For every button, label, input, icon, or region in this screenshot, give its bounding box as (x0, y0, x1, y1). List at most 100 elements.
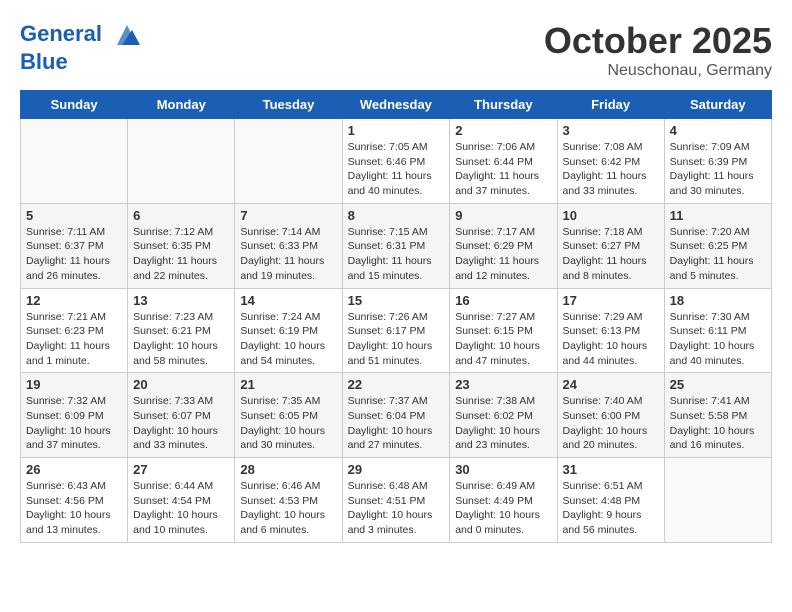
calendar-week-row: 26 Sunrise: 6:43 AM Sunset: 4:56 PM Dayli… (21, 458, 772, 543)
day-number: 11 (670, 208, 766, 223)
calendar-cell: 16 Sunrise: 7:27 AM Sunset: 6:15 PM Dayli… (450, 288, 557, 373)
calendar-cell: 22 Sunrise: 7:37 AM Sunset: 6:04 PM Dayli… (342, 373, 450, 458)
day-number: 13 (133, 293, 229, 308)
day-number: 1 (348, 123, 445, 138)
day-number: 6 (133, 208, 229, 223)
day-info: Sunrise: 7:05 AM Sunset: 6:46 PM Dayligh… (348, 140, 445, 199)
calendar-cell: 15 Sunrise: 7:26 AM Sunset: 6:17 PM Dayli… (342, 288, 450, 373)
month-title: October 2025 (544, 20, 772, 62)
day-number: 2 (455, 123, 551, 138)
day-info: Sunrise: 7:08 AM Sunset: 6:42 PM Dayligh… (563, 140, 659, 199)
calendar-week-row: 5Sunrise: 7:11 AM Sunset: 6:37 PM Daylig… (21, 203, 772, 288)
calendar-cell: 18 Sunrise: 7:30 AM Sunset: 6:11 PM Dayli… (664, 288, 771, 373)
calendar-cell: 30Sunrise: 6:49 AM Sunset: 4:49 PM Dayli… (450, 458, 557, 543)
calendar-cell (235, 119, 342, 204)
weekday-header: Tuesday (235, 91, 342, 119)
day-number: 24 (563, 377, 659, 392)
day-info: Sunrise: 7:29 AM Sunset: 6:13 PM Dayligh… (563, 310, 659, 369)
calendar-cell: 17 Sunrise: 7:29 AM Sunset: 6:13 PM Dayli… (557, 288, 664, 373)
day-info: Sunrise: 6:43 AM Sunset: 4:56 PM Dayligh… (26, 479, 122, 538)
calendar-cell: 26 Sunrise: 6:43 AM Sunset: 4:56 PM Dayli… (21, 458, 128, 543)
day-info: Sunrise: 6:44 AM Sunset: 4:54 PM Dayligh… (133, 479, 229, 538)
day-info: Sunrise: 7:24 AM Sunset: 6:19 PM Dayligh… (240, 310, 336, 369)
page-header: General Blue October 2025 Neuschonau, Ge… (20, 20, 772, 80)
calendar-cell: 1 Sunrise: 7:05 AM Sunset: 6:46 PM Daylig… (342, 119, 450, 204)
calendar-cell: 28 Sunrise: 6:46 AM Sunset: 4:53 PM Dayli… (235, 458, 342, 543)
calendar-cell: 20Sunrise: 7:33 AM Sunset: 6:07 PM Dayli… (128, 373, 235, 458)
calendar-cell: 14 Sunrise: 7:24 AM Sunset: 6:19 PM Dayli… (235, 288, 342, 373)
day-number: 16 (455, 293, 551, 308)
weekday-header: Friday (557, 91, 664, 119)
day-info: Sunrise: 7:09 AM Sunset: 6:39 PM Dayligh… (670, 140, 766, 199)
calendar-cell (128, 119, 235, 204)
weekday-header-row: SundayMondayTuesdayWednesdayThursdayFrid… (21, 91, 772, 119)
day-info: Sunrise: 7:18 AM Sunset: 6:27 PM Dayligh… (563, 225, 659, 284)
weekday-header: Sunday (21, 91, 128, 119)
day-info: Sunrise: 7:26 AM Sunset: 6:17 PM Dayligh… (348, 310, 445, 369)
day-info: Sunrise: 7:37 AM Sunset: 6:04 PM Dayligh… (348, 394, 445, 453)
day-number: 21 (240, 377, 336, 392)
logo-blue: Blue (20, 50, 142, 74)
day-number: 3 (563, 123, 659, 138)
day-number: 18 (670, 293, 766, 308)
day-number: 15 (348, 293, 445, 308)
weekday-header: Wednesday (342, 91, 450, 119)
calendar-week-row: 19 Sunrise: 7:32 AM Sunset: 6:09 PM Dayli… (21, 373, 772, 458)
day-number: 27 (133, 462, 229, 477)
calendar-cell: 2Sunrise: 7:06 AM Sunset: 6:44 PM Daylig… (450, 119, 557, 204)
day-info: Sunrise: 7:15 AM Sunset: 6:31 PM Dayligh… (348, 225, 445, 284)
day-number: 19 (26, 377, 122, 392)
calendar-cell: 6 Sunrise: 7:12 AM Sunset: 6:35 PM Daylig… (128, 203, 235, 288)
day-info: Sunrise: 7:32 AM Sunset: 6:09 PM Dayligh… (26, 394, 122, 453)
day-number: 12 (26, 293, 122, 308)
day-number: 10 (563, 208, 659, 223)
calendar-cell: 25Sunrise: 7:41 AM Sunset: 5:58 PM Dayli… (664, 373, 771, 458)
day-info: Sunrise: 6:51 AM Sunset: 4:48 PM Dayligh… (563, 479, 659, 538)
day-info: Sunrise: 7:17 AM Sunset: 6:29 PM Dayligh… (455, 225, 551, 284)
calendar-week-row: 1 Sunrise: 7:05 AM Sunset: 6:46 PM Daylig… (21, 119, 772, 204)
day-number: 28 (240, 462, 336, 477)
day-info: Sunrise: 7:35 AM Sunset: 6:05 PM Dayligh… (240, 394, 336, 453)
day-info: Sunrise: 7:12 AM Sunset: 6:35 PM Dayligh… (133, 225, 229, 284)
day-number: 20 (133, 377, 229, 392)
calendar-cell: 12 Sunrise: 7:21 AM Sunset: 6:23 PM Dayli… (21, 288, 128, 373)
calendar-table: SundayMondayTuesdayWednesdayThursdayFrid… (20, 90, 772, 543)
day-info: Sunrise: 7:21 AM Sunset: 6:23 PM Dayligh… (26, 310, 122, 369)
location-subtitle: Neuschonau, Germany (544, 62, 772, 80)
calendar-cell: 5Sunrise: 7:11 AM Sunset: 6:37 PM Daylig… (21, 203, 128, 288)
logo: General Blue (20, 20, 142, 74)
day-info: Sunrise: 7:38 AM Sunset: 6:02 PM Dayligh… (455, 394, 551, 453)
calendar-cell: 4 Sunrise: 7:09 AM Sunset: 6:39 PM Daylig… (664, 119, 771, 204)
day-number: 14 (240, 293, 336, 308)
calendar-cell: 10 Sunrise: 7:18 AM Sunset: 6:27 PM Dayli… (557, 203, 664, 288)
day-number: 5 (26, 208, 122, 223)
calendar-cell: 23 Sunrise: 7:38 AM Sunset: 6:02 PM Dayli… (450, 373, 557, 458)
day-number: 7 (240, 208, 336, 223)
logo-text: General (20, 20, 142, 50)
weekday-header: Monday (128, 91, 235, 119)
calendar-week-row: 12 Sunrise: 7:21 AM Sunset: 6:23 PM Dayli… (21, 288, 772, 373)
day-info: Sunrise: 7:41 AM Sunset: 5:58 PM Dayligh… (670, 394, 766, 453)
calendar-cell: 19 Sunrise: 7:32 AM Sunset: 6:09 PM Dayli… (21, 373, 128, 458)
weekday-header: Saturday (664, 91, 771, 119)
day-number: 29 (348, 462, 445, 477)
calendar-cell: 27 Sunrise: 6:44 AM Sunset: 4:54 PM Dayli… (128, 458, 235, 543)
day-info: Sunrise: 6:48 AM Sunset: 4:51 PM Dayligh… (348, 479, 445, 538)
day-info: Sunrise: 7:27 AM Sunset: 6:15 PM Dayligh… (455, 310, 551, 369)
day-number: 17 (563, 293, 659, 308)
day-info: Sunrise: 7:23 AM Sunset: 6:21 PM Dayligh… (133, 310, 229, 369)
day-info: Sunrise: 7:30 AM Sunset: 6:11 PM Dayligh… (670, 310, 766, 369)
day-number: 22 (348, 377, 445, 392)
calendar-cell: 7 Sunrise: 7:14 AM Sunset: 6:33 PM Daylig… (235, 203, 342, 288)
calendar-cell: 24Sunrise: 7:40 AM Sunset: 6:00 PM Dayli… (557, 373, 664, 458)
day-info: Sunrise: 6:46 AM Sunset: 4:53 PM Dayligh… (240, 479, 336, 538)
calendar-cell: 21 Sunrise: 7:35 AM Sunset: 6:05 PM Dayli… (235, 373, 342, 458)
calendar-cell: 29 Sunrise: 6:48 AM Sunset: 4:51 PM Dayli… (342, 458, 450, 543)
day-info: Sunrise: 7:14 AM Sunset: 6:33 PM Dayligh… (240, 225, 336, 284)
calendar-cell: 3 Sunrise: 7:08 AM Sunset: 6:42 PM Daylig… (557, 119, 664, 204)
calendar-cell (21, 119, 128, 204)
day-number: 26 (26, 462, 122, 477)
calendar-cell: 31Sunrise: 6:51 AM Sunset: 4:48 PM Dayli… (557, 458, 664, 543)
day-number: 23 (455, 377, 551, 392)
day-number: 4 (670, 123, 766, 138)
